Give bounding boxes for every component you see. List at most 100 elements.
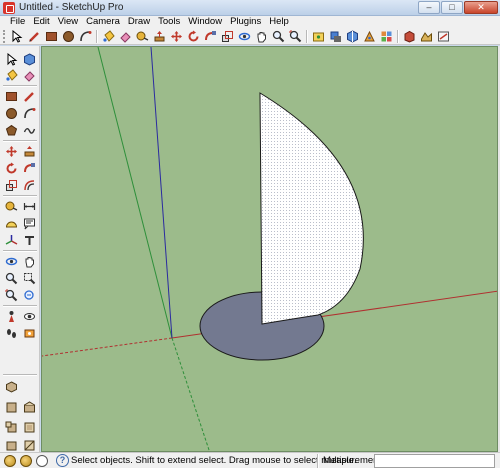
scale-icon[interactable] <box>219 29 235 44</box>
bottom-view-icon[interactable] <box>22 438 37 452</box>
window-title: Untitled - SketchUp Pro <box>19 2 124 13</box>
select-tool-icon[interactable] <box>4 52 19 66</box>
protractor-icon[interactable] <box>4 216 19 230</box>
arc-tool-icon[interactable] <box>77 29 93 44</box>
offset-icon[interactable] <box>22 178 37 192</box>
front-view-icon[interactable] <box>22 400 37 414</box>
left-toolbar-row <box>4 326 37 340</box>
walk-icon[interactable] <box>4 326 19 340</box>
title-bar: Untitled - SketchUp Pro – □ ✕ <box>0 0 500 16</box>
rotate-icon[interactable] <box>185 29 201 44</box>
sketchup-logo-icon <box>3 2 15 14</box>
add-location-icon[interactable] <box>310 29 326 44</box>
left-toolbar-separator <box>3 250 37 252</box>
iso-view-icon[interactable] <box>4 379 19 393</box>
section-plane-icon[interactable] <box>22 326 37 340</box>
circle-tool-icon[interactable] <box>60 29 76 44</box>
pencil-tool-icon[interactable] <box>26 29 42 44</box>
polygon-tool-icon[interactable] <box>4 123 19 137</box>
extension-warehouse-icon[interactable] <box>401 29 417 44</box>
help-icon[interactable]: ? <box>56 454 69 467</box>
share-model-icon[interactable] <box>361 29 377 44</box>
menu-camera[interactable]: Camera <box>82 16 124 28</box>
menu-view[interactable]: View <box>54 16 82 28</box>
top-view-icon[interactable] <box>4 400 19 414</box>
menu-edit[interactable]: Edit <box>29 16 53 28</box>
move-icon[interactable] <box>168 29 184 44</box>
make-component-icon[interactable] <box>22 52 37 66</box>
follow-me-icon[interactable] <box>22 161 37 175</box>
menu-help[interactable]: Help <box>265 16 293 28</box>
eraser-icon[interactable] <box>22 68 37 82</box>
position-camera-icon[interactable] <box>4 309 19 323</box>
styles-icon[interactable] <box>435 29 451 44</box>
zoom-extents-icon[interactable] <box>4 288 19 302</box>
toolbar-separator <box>96 29 98 43</box>
left-toolbar-row <box>4 199 37 213</box>
left-toolbar-row <box>4 309 37 323</box>
status-bar: ? Select objects. Shift to extend select… <box>0 452 500 468</box>
shadows-icon[interactable] <box>327 29 343 44</box>
menu-file[interactable]: File <box>6 16 29 28</box>
left-view-icon[interactable] <box>4 438 19 452</box>
left-toolbar-row <box>4 400 37 414</box>
drawing-viewport[interactable] <box>41 46 498 452</box>
scale-icon[interactable] <box>4 178 19 192</box>
previous-view-icon[interactable] <box>22 288 37 302</box>
menu-draw[interactable]: Draw <box>124 16 154 28</box>
menu-window[interactable]: Window <box>184 16 226 28</box>
arc-tool-icon[interactable] <box>22 106 37 120</box>
credits-icon[interactable] <box>20 455 32 467</box>
back-view-icon[interactable] <box>22 420 37 434</box>
dimension-icon[interactable] <box>22 199 37 213</box>
menu-plugins[interactable]: Plugins <box>226 16 265 28</box>
axes-tool-icon[interactable] <box>4 233 19 247</box>
left-toolbar-row <box>4 288 37 302</box>
orbit-icon[interactable] <box>4 254 19 268</box>
left-toolbar-row <box>4 161 37 175</box>
zoom-extents-icon[interactable] <box>287 29 303 44</box>
component-icon[interactable] <box>378 29 394 44</box>
rectangle-tool-icon[interactable] <box>43 29 59 44</box>
tape-measure-icon[interactable] <box>4 199 19 213</box>
line-tool-icon[interactable] <box>22 89 37 103</box>
pan-icon[interactable] <box>22 254 37 268</box>
right-view-icon[interactable] <box>4 420 19 434</box>
rectangle-tool-icon[interactable] <box>4 89 19 103</box>
zoom-icon[interactable] <box>270 29 286 44</box>
paint-bucket-icon[interactable] <box>100 29 116 44</box>
zoom-icon[interactable] <box>4 271 19 285</box>
eraser-icon[interactable] <box>117 29 133 44</box>
follow-me-icon[interactable] <box>202 29 218 44</box>
select-tool-icon[interactable] <box>9 29 25 44</box>
orbit-icon[interactable] <box>236 29 252 44</box>
pan-icon[interactable] <box>253 29 269 44</box>
red-axis-dashed-line <box>42 337 173 357</box>
model-canvas[interactable] <box>42 47 498 452</box>
push-pull-icon[interactable] <box>151 29 167 44</box>
measurements-input[interactable] <box>374 454 495 468</box>
left-toolbar-separator <box>3 374 37 376</box>
text-tool-icon[interactable] <box>22 216 37 230</box>
zoom-window-icon[interactable] <box>22 271 37 285</box>
paint-bucket-icon[interactable] <box>4 68 19 82</box>
minimize-button[interactable]: – <box>418 1 440 14</box>
get-models-icon[interactable] <box>344 29 360 44</box>
maximize-button[interactable]: □ <box>441 1 463 14</box>
look-around-icon[interactable] <box>22 309 37 323</box>
3d-text-icon[interactable] <box>22 233 37 247</box>
rotate-icon[interactable] <box>4 161 19 175</box>
user-icon[interactable] <box>36 455 48 467</box>
freehand-tool-icon[interactable] <box>22 123 37 137</box>
close-button[interactable]: ✕ <box>464 1 498 14</box>
circle-tool-icon[interactable] <box>4 106 19 120</box>
sandbox-icon[interactable] <box>418 29 434 44</box>
menu-tools[interactable]: Tools <box>154 16 184 28</box>
toolbar-grip[interactable] <box>3 29 6 43</box>
move-icon[interactable] <box>4 144 19 158</box>
push-pull-icon[interactable] <box>22 144 37 158</box>
geo-location-icon[interactable] <box>4 455 16 467</box>
left-toolbar-row <box>4 178 37 192</box>
window-controls: – □ ✕ <box>418 1 498 15</box>
tape-measure-icon[interactable] <box>134 29 150 44</box>
